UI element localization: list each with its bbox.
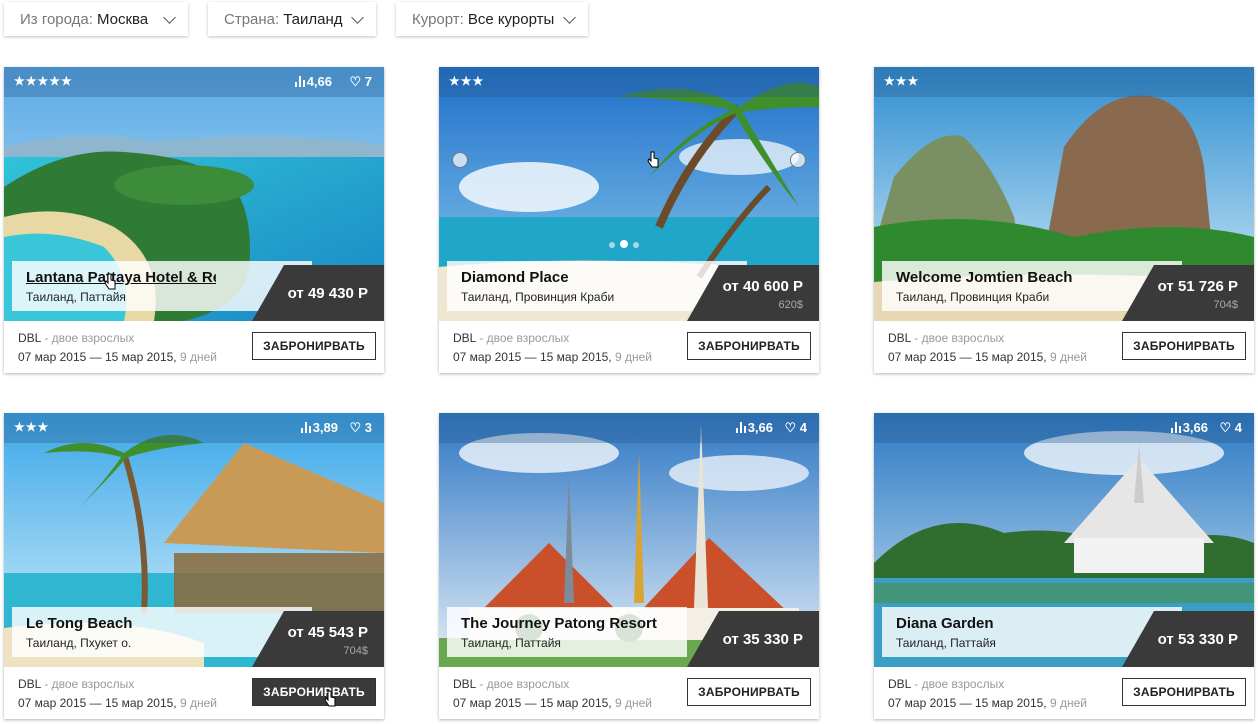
- hotel-location: Таиланд, Пхукет о.: [26, 636, 132, 650]
- card-topbar: ★★★★★ 4,66 ♡ 7: [4, 67, 384, 97]
- book-button[interactable]: ЗАБРОНИРВАТЬ: [1122, 678, 1246, 706]
- next-photo-arrow[interactable]: [790, 152, 806, 168]
- bar-chart-icon: [735, 422, 746, 433]
- price: от 53 330 Р: [1157, 631, 1238, 648]
- room-info: DBL - двое взрослых: [453, 677, 570, 691]
- hotel-card[interactable]: 3,66 ♡ 4 Diana Garden Таиланд, Паттайя о…: [874, 413, 1254, 719]
- rating-value: 4,66: [294, 74, 332, 89]
- bar-chart-icon: [294, 76, 305, 87]
- hand-cursor-icon: [324, 690, 336, 707]
- bar-chart-icon: [300, 422, 311, 433]
- room-info: DBL - двое взрослых: [453, 331, 570, 345]
- prev-photo-arrow[interactable]: [452, 152, 468, 168]
- hotel-photo[interactable]: ★★★ Welcome Jomtien Beach Таиланд, Прови…: [874, 67, 1254, 321]
- hotel-location: Таиланд, Паттайя: [461, 636, 561, 650]
- chevron-down-icon: [563, 10, 576, 24]
- heart-icon: ♡: [349, 420, 365, 435]
- date-range: 07 мар 2015 — 15 мар 2015, 9 дней: [888, 350, 1087, 364]
- filter-label: Страна:: [224, 10, 280, 28]
- hand-cursor-icon: [647, 151, 659, 168]
- hotel-card[interactable]: ★★★★★ 4,66 ♡ 7 Lantana Pattaya Hotel & R…: [4, 67, 384, 373]
- filter-value: Таиланд: [283, 10, 343, 28]
- price: от 45 543 Р: [287, 624, 368, 641]
- hotel-name-link[interactable]: Le Tong Beach: [26, 615, 132, 632]
- date-range: 07 мар 2015 — 15 мар 2015, 9 дней: [453, 350, 652, 364]
- rating-value: 3,66: [735, 420, 773, 435]
- filter-from-city[interactable]: Из города: Москва: [4, 2, 188, 36]
- date-range: 07 мар 2015 — 15 мар 2015, 9 дней: [453, 696, 652, 710]
- hotel-card[interactable]: ★★★ Diamond Place Таиланд, Провинция Кра…: [439, 67, 819, 373]
- hotel-name-link[interactable]: Lantana Pattaya Hotel & Re: [26, 269, 216, 286]
- hotel-name-link[interactable]: Welcome Jomtien Beach: [896, 269, 1072, 286]
- rating-value: 3,89: [300, 420, 338, 435]
- star-rating: ★★★: [14, 420, 50, 434]
- card-topbar: ★★★ 3,89 ♡ 3: [4, 413, 384, 443]
- hotel-name-link[interactable]: The Journey Patong Resort: [461, 615, 657, 632]
- book-button[interactable]: ЗАБРОНИРВАТЬ: [687, 678, 811, 706]
- chevron-down-icon: [351, 10, 364, 24]
- room-info: DBL - двое взрослых: [18, 677, 135, 691]
- card-topbar: ★★★: [874, 67, 1254, 97]
- filter-label: Курорт:: [412, 10, 464, 28]
- book-button[interactable]: ЗАБРОНИРВАТЬ: [687, 332, 811, 360]
- likes-count[interactable]: ♡ 3: [349, 420, 372, 436]
- likes-count[interactable]: ♡ 4: [784, 420, 807, 436]
- heart-icon: ♡: [349, 74, 365, 89]
- hotel-name-link[interactable]: Diamond Place: [461, 269, 569, 286]
- hotel-location: Таиланд, Паттайя: [896, 636, 996, 650]
- filter-resort[interactable]: Курорт: Все курорты: [396, 2, 588, 36]
- chevron-down-icon: [163, 10, 176, 24]
- likes-count[interactable]: ♡ 4: [1219, 420, 1242, 436]
- star-rating: ★★★★★: [14, 74, 73, 88]
- price: от 35 330 Р: [722, 631, 803, 648]
- heart-icon: ♡: [784, 420, 800, 435]
- hotel-card[interactable]: ★★★ 3,89 ♡ 3 Le Tong Beach Таиланд, Пхук…: [4, 413, 384, 719]
- hotel-name-link[interactable]: Diana Garden: [896, 615, 994, 632]
- photo-pager[interactable]: [609, 235, 644, 253]
- hand-cursor-icon: [104, 273, 116, 290]
- hotel-photo[interactable]: ★★★ Diamond Place Таиланд, Провинция Кра…: [439, 67, 819, 321]
- price-usd: 620$: [778, 299, 803, 311]
- hotel-photo[interactable]: 3,66 ♡ 4 The Journey Patong Resort Таила…: [439, 413, 819, 667]
- rating-value: 3,66: [1170, 420, 1208, 435]
- hotel-photo[interactable]: ★★★ 3,89 ♡ 3 Le Tong Beach Таиланд, Пхук…: [4, 413, 384, 667]
- price-usd: 704$: [343, 645, 368, 657]
- star-rating: ★★★: [449, 74, 485, 88]
- filter-country[interactable]: Страна: Таиланд: [208, 2, 376, 36]
- filter-value: Все курорты: [467, 10, 555, 28]
- price: от 40 600 Р: [722, 278, 803, 295]
- hotel-location: Таиланд, Провинция Краби: [896, 290, 1050, 304]
- likes-count[interactable]: ♡ 7: [349, 74, 372, 90]
- date-range: 07 мар 2015 — 15 мар 2015, 9 дней: [18, 350, 217, 364]
- hotel-name-box: The Journey Patong Resort Таиланд, Патта…: [447, 607, 687, 657]
- book-button[interactable]: ЗАБРОНИРВАТЬ: [1122, 332, 1246, 360]
- filter-value: Москва: [96, 10, 149, 28]
- hotel-card[interactable]: 3,66 ♡ 4 The Journey Patong Resort Таила…: [439, 413, 819, 719]
- heart-icon: ♡: [1219, 420, 1235, 435]
- room-info: DBL - двое взрослых: [888, 677, 1005, 691]
- hotel-card[interactable]: ★★★ Welcome Jomtien Beach Таиланд, Прови…: [874, 67, 1254, 373]
- room-info: DBL - двое взрослых: [18, 331, 135, 345]
- book-button[interactable]: ЗАБРОНИРВАТЬ: [252, 678, 376, 706]
- price: от 51 726 Р: [1157, 278, 1238, 295]
- filter-label: Из города:: [20, 10, 93, 28]
- hotel-photo[interactable]: 3,66 ♡ 4 Diana Garden Таиланд, Паттайя о…: [874, 413, 1254, 667]
- bar-chart-icon: [1170, 422, 1181, 433]
- date-range: 07 мар 2015 — 15 мар 2015, 9 дней: [888, 696, 1087, 710]
- hotel-location: Таиланд, Паттайя: [26, 290, 126, 304]
- room-info: DBL - двое взрослых: [888, 331, 1005, 345]
- hotel-photo[interactable]: ★★★★★ 4,66 ♡ 7 Lantana Pattaya Hotel & R…: [4, 67, 384, 321]
- star-rating: ★★★: [884, 74, 920, 88]
- card-topbar: 3,66 ♡ 4: [439, 413, 819, 443]
- price: от 49 430 Р: [287, 285, 368, 302]
- book-button[interactable]: ЗАБРОНИРВАТЬ: [252, 332, 376, 360]
- price-usd: 704$: [1213, 299, 1238, 311]
- card-topbar: 3,66 ♡ 4: [874, 413, 1254, 443]
- hotel-location: Таиланд, Провинция Краби: [461, 290, 615, 304]
- card-topbar: ★★★: [439, 67, 819, 97]
- date-range: 07 мар 2015 — 15 мар 2015, 9 дней: [18, 696, 217, 710]
